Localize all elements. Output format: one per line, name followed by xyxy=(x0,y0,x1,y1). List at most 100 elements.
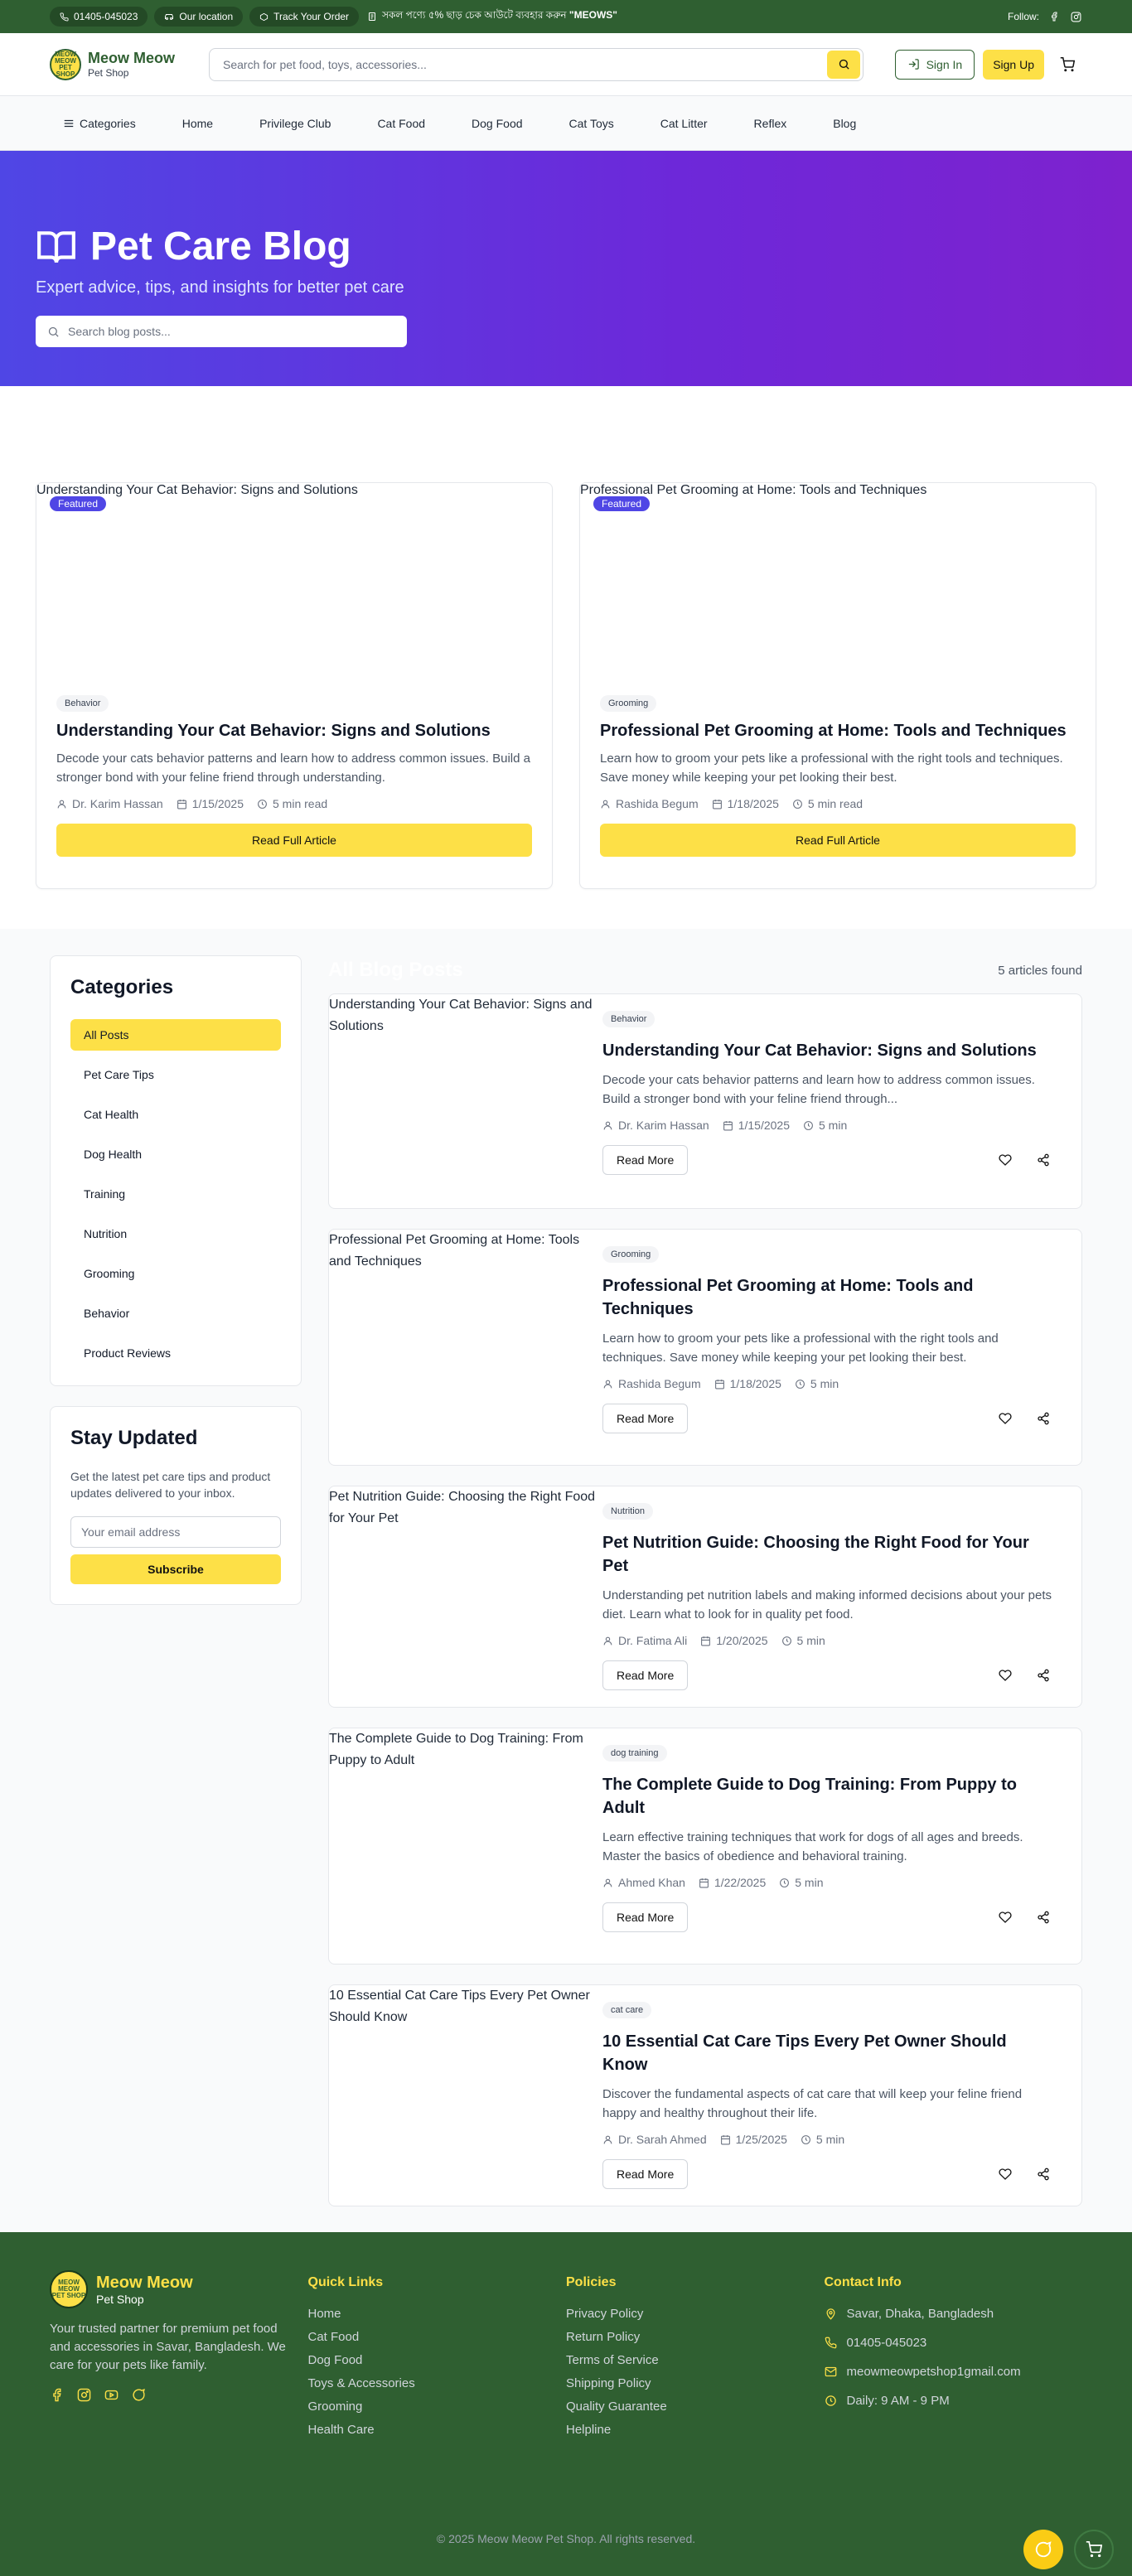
subscribe-button[interactable]: Subscribe xyxy=(70,1554,281,1584)
category-pet-care-tips[interactable]: Pet Care Tips xyxy=(70,1059,281,1090)
article-image[interactable]: The Complete Guide to Dog Training: From… xyxy=(329,1728,602,1964)
location-pill[interactable]: Our location xyxy=(154,7,244,27)
blog-search-input[interactable] xyxy=(68,325,407,338)
category-dog-health[interactable]: Dog Health xyxy=(70,1138,281,1170)
logo[interactable]: MEOW MEOW PET SHOP Meow Meow Pet Shop xyxy=(50,48,209,80)
nav-cat-food[interactable]: Cat Food xyxy=(377,117,425,130)
read-full-article-button[interactable]: Read Full Article xyxy=(56,824,532,857)
article-image[interactable]: Understanding Your Cat Behavior: Signs a… xyxy=(329,994,602,1208)
article-title[interactable]: Pet Nutrition Guide: Choosing the Right … xyxy=(602,1531,1055,1578)
featured-title[interactable]: Professional Pet Grooming at Home: Tools… xyxy=(600,722,1076,741)
heart-icon[interactable] xyxy=(997,2166,1013,2182)
heart-icon[interactable] xyxy=(997,1909,1013,1926)
footer-link-cat-food[interactable]: Cat Food xyxy=(308,2330,567,2344)
share-icon[interactable] xyxy=(1035,1152,1052,1168)
contact-title: Contact Info xyxy=(824,2275,902,2289)
footer-link-toys[interactable]: Toys & Accessories xyxy=(308,2376,567,2390)
calendar-icon xyxy=(701,1636,711,1646)
nav-privilege-club[interactable]: Privilege Club xyxy=(259,117,331,130)
product-search-input[interactable] xyxy=(223,57,827,71)
read-full-article-button[interactable]: Read Full Article xyxy=(600,824,1076,857)
share-icon[interactable] xyxy=(1035,1667,1052,1684)
footer-link-shipping[interactable]: Shipping Policy xyxy=(566,2376,825,2390)
article-card[interactable]: 10 Essential Cat Care Tips Every Pet Own… xyxy=(328,1984,1082,2206)
category-all-posts[interactable]: All Posts xyxy=(70,1019,281,1051)
read-more-button[interactable]: Read More xyxy=(602,2159,689,2189)
footer-link-return[interactable]: Return Policy xyxy=(566,2330,825,2344)
article-card[interactable]: Pet Nutrition Guide: Choosing the Right … xyxy=(328,1486,1082,1708)
footer-policies: Policies Privacy Policy Return Policy Te… xyxy=(566,2270,825,2446)
read-more-button[interactable]: Read More xyxy=(602,1902,689,1932)
phone-pill[interactable]: 01405-045023 xyxy=(50,7,148,27)
featured-image[interactable]: Understanding Your Cat Behavior: Signs a… xyxy=(36,483,552,689)
track-order-pill[interactable]: Track Your Order xyxy=(249,7,360,27)
read-more-button[interactable]: Read More xyxy=(602,1404,689,1433)
share-icon[interactable] xyxy=(1035,2166,1052,2182)
nav-cat-litter[interactable]: Cat Litter xyxy=(660,117,708,130)
footer-link-health-care[interactable]: Health Care xyxy=(308,2423,567,2437)
heart-icon[interactable] xyxy=(997,1410,1013,1427)
footer-link-quality[interactable]: Quality Guarantee xyxy=(566,2400,825,2414)
nav-reflex[interactable]: Reflex xyxy=(754,117,787,130)
footer-link-grooming[interactable]: Grooming xyxy=(308,2400,567,2414)
youtube-icon[interactable] xyxy=(104,2388,119,2402)
contact-hours: Daily: 9 AM - 9 PM xyxy=(825,2394,1083,2408)
article-card[interactable]: Professional Pet Grooming at Home: Tools… xyxy=(328,1229,1082,1466)
footer-link-terms[interactable]: Terms of Service xyxy=(566,2353,825,2367)
featured-title[interactable]: Understanding Your Cat Behavior: Signs a… xyxy=(56,722,532,741)
category-product-reviews[interactable]: Product Reviews xyxy=(70,1337,281,1369)
featured-card[interactable]: Understanding Your Cat Behavior: Signs a… xyxy=(36,482,553,889)
footer-logo[interactable]: MEOW MEOW PET SHOP xyxy=(50,2270,88,2308)
sign-in-button[interactable]: Sign In xyxy=(894,49,975,80)
share-icon[interactable] xyxy=(1035,1909,1052,1926)
policies-title: Policies xyxy=(566,2275,617,2289)
category-training[interactable]: Training xyxy=(70,1178,281,1210)
nav-blog[interactable]: Blog xyxy=(833,117,856,130)
author: Rashida Begum xyxy=(618,1377,701,1390)
article-image[interactable]: 10 Essential Cat Care Tips Every Pet Own… xyxy=(329,1985,602,2206)
featured-card[interactable]: Professional Pet Grooming at Home: Tools… xyxy=(579,482,1096,889)
footer-link-home[interactable]: Home xyxy=(308,2307,567,2321)
heart-icon[interactable] xyxy=(997,1152,1013,1168)
nav-categories[interactable]: Categories xyxy=(63,117,136,130)
footer-link-dog-food[interactable]: Dog Food xyxy=(308,2353,567,2367)
heart-icon[interactable] xyxy=(997,1667,1013,1684)
search-button[interactable] xyxy=(827,50,860,79)
category-cat-health[interactable]: Cat Health xyxy=(70,1099,281,1130)
category-grooming[interactable]: Grooming xyxy=(70,1258,281,1289)
instagram-icon[interactable] xyxy=(77,2388,91,2402)
instagram-icon[interactable] xyxy=(1069,10,1082,23)
facebook-icon[interactable] xyxy=(50,2388,64,2402)
nav-cat-toys[interactable]: Cat Toys xyxy=(569,117,614,130)
article-card[interactable]: Understanding Your Cat Behavior: Signs a… xyxy=(328,993,1082,1209)
article-image[interactable]: Pet Nutrition Guide: Choosing the Right … xyxy=(329,1486,602,1707)
article-card[interactable]: The Complete Guide to Dog Training: From… xyxy=(328,1728,1082,1965)
article-title[interactable]: The Complete Guide to Dog Training: From… xyxy=(602,1773,1055,1820)
footer-link-helpline[interactable]: Helpline xyxy=(566,2423,825,2437)
article-title[interactable]: 10 Essential Cat Care Tips Every Pet Own… xyxy=(602,2030,1055,2076)
user-icon xyxy=(601,800,610,808)
featured-image[interactable]: Professional Pet Grooming at Home: Tools… xyxy=(580,483,1096,689)
chat-icon[interactable] xyxy=(132,2388,146,2402)
article-title[interactable]: Understanding Your Cat Behavior: Signs a… xyxy=(602,1039,1055,1062)
chat-fab-button[interactable] xyxy=(1023,2530,1063,2569)
newsletter-title: Stay Updated xyxy=(70,1427,198,1449)
footer-link-privacy[interactable]: Privacy Policy xyxy=(566,2307,825,2321)
read-more-button[interactable]: Read More xyxy=(602,1145,689,1175)
cart-fab-button[interactable] xyxy=(1074,2530,1114,2569)
sign-up-button[interactable]: Sign Up xyxy=(983,49,1044,80)
article-image[interactable]: Professional Pet Grooming at Home: Tools… xyxy=(329,1230,602,1465)
facebook-icon[interactable] xyxy=(1047,10,1061,23)
contact-email[interactable]: meowmeowpetshop1gmail.com xyxy=(825,2365,1083,2379)
category-nutrition[interactable]: Nutrition xyxy=(70,1218,281,1249)
cart-button[interactable] xyxy=(1052,50,1082,80)
nav-home[interactable]: Home xyxy=(182,117,213,130)
login-icon xyxy=(908,59,919,70)
share-icon[interactable] xyxy=(1035,1410,1052,1427)
nav-dog-food[interactable]: Dog Food xyxy=(472,117,522,130)
article-title[interactable]: Professional Pet Grooming at Home: Tools… xyxy=(602,1274,1055,1321)
read-more-button[interactable]: Read More xyxy=(602,1660,689,1690)
newsletter-email-input[interactable] xyxy=(70,1516,281,1548)
category-behavior[interactable]: Behavior xyxy=(70,1298,281,1329)
contact-phone[interactable]: 01405-045023 xyxy=(825,2336,1083,2350)
